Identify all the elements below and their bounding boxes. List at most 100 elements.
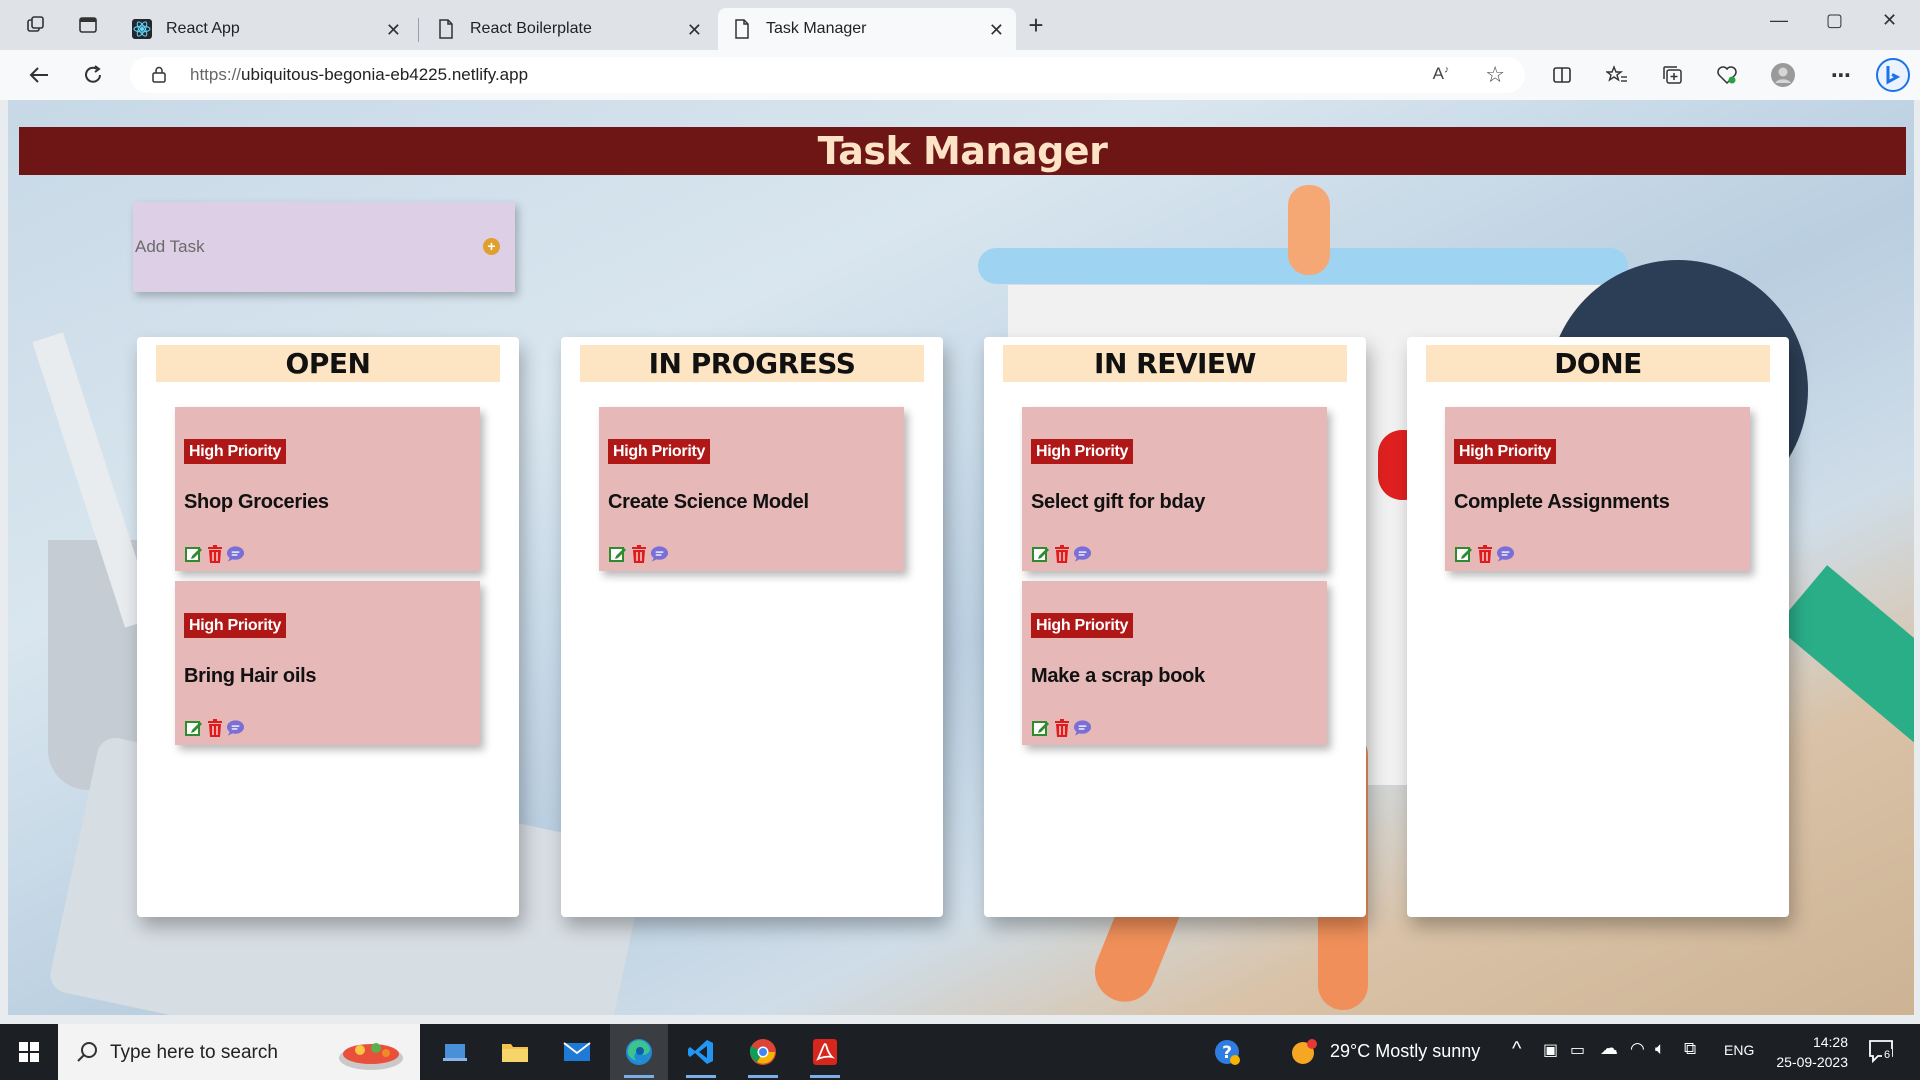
- browser-essentials-icon[interactable]: [1714, 62, 1740, 88]
- background-shape: [1775, 565, 1914, 755]
- edit-icon[interactable]: [184, 718, 203, 737]
- priority-badge: High Priority: [184, 613, 287, 638]
- close-tab-icon[interactable]: ✕: [989, 20, 1004, 41]
- delete-icon[interactable]: [1052, 544, 1071, 563]
- comment-icon[interactable]: [650, 544, 669, 563]
- tab-react-app[interactable]: React App ✕: [118, 8, 413, 50]
- column-title: IN REVIEW: [1003, 345, 1347, 382]
- bing-chat-icon[interactable]: [1876, 58, 1910, 92]
- browser-nav-bar: https://ubiquitous-begonia-eb4225.netlif…: [0, 50, 1920, 100]
- language-indicator[interactable]: ENG: [1724, 1042, 1754, 1058]
- close-tab-icon[interactable]: ✕: [386, 20, 401, 41]
- edit-icon[interactable]: [1454, 544, 1473, 563]
- collections-icon[interactable]: [1660, 62, 1686, 88]
- onedrive-icon[interactable]: ☁: [1600, 1038, 1618, 1059]
- favorite-star-icon[interactable]: ☆: [1485, 62, 1505, 88]
- column-title: OPEN: [156, 345, 500, 382]
- task-card[interactable]: High Priority Select gift for bday: [1022, 407, 1327, 571]
- refresh-icon[interactable]: [80, 62, 106, 88]
- back-icon[interactable]: [26, 62, 52, 88]
- task-card[interactable]: High Priority Shop Groceries: [175, 407, 480, 571]
- delete-icon[interactable]: [205, 544, 224, 563]
- chevron-up-icon[interactable]: ^: [1512, 1038, 1521, 1061]
- task-card[interactable]: High Priority Bring Hair oils: [175, 581, 480, 745]
- delete-icon[interactable]: [1475, 544, 1494, 563]
- column-title: IN PROGRESS: [580, 345, 924, 382]
- comment-icon[interactable]: [1496, 544, 1515, 563]
- profile-avatar-icon[interactable]: [1770, 62, 1796, 88]
- tab-task-manager[interactable]: Task Manager ✕: [718, 8, 1016, 50]
- comment-icon[interactable]: [226, 718, 245, 737]
- split-screen-icon[interactable]: [1549, 62, 1575, 88]
- task-actions: [1031, 718, 1092, 737]
- chrome-icon[interactable]: [734, 1024, 792, 1080]
- search-highlight-icon: [336, 1034, 406, 1077]
- task-title: Select gift for bday: [1031, 491, 1206, 513]
- windows-start-icon[interactable]: [0, 1024, 58, 1080]
- notification-count: 6: [1882, 1049, 1893, 1061]
- comment-icon[interactable]: [1073, 544, 1092, 563]
- battery-icon[interactable]: ▭: [1570, 1040, 1585, 1060]
- task-card[interactable]: High Priority Complete Assignments: [1445, 407, 1750, 571]
- search-placeholder: Type here to search: [110, 1042, 278, 1063]
- add-task-button[interactable]: +: [483, 238, 500, 255]
- meet-now-icon[interactable]: ▣: [1543, 1040, 1558, 1060]
- background-shape: [1288, 185, 1330, 275]
- comment-icon[interactable]: [1073, 718, 1092, 737]
- clock-time: 14:28: [1812, 1034, 1848, 1050]
- address-bar[interactable]: https://ubiquitous-begonia-eb4225.netlif…: [130, 57, 1525, 93]
- priority-badge: High Priority: [608, 439, 711, 464]
- tab-actions-icon[interactable]: [76, 13, 100, 37]
- maximize-icon[interactable]: ▢: [1826, 10, 1843, 31]
- close-tab-icon[interactable]: ✕: [687, 20, 702, 41]
- mail-icon[interactable]: [548, 1024, 606, 1080]
- add-task-input[interactable]: [135, 232, 455, 262]
- edit-icon[interactable]: [1031, 544, 1050, 563]
- wifi-icon[interactable]: ◠: [1630, 1039, 1645, 1059]
- notification-icon[interactable]: 6: [1868, 1039, 1894, 1068]
- acrobat-icon[interactable]: [796, 1024, 854, 1080]
- tab-title: React Boilerplate: [470, 20, 592, 37]
- react-icon: [132, 19, 152, 39]
- file-explorer-icon[interactable]: [486, 1024, 544, 1080]
- delete-icon[interactable]: [629, 544, 648, 563]
- comment-icon[interactable]: [226, 544, 245, 563]
- clock[interactable]: 14:28 25-09-2023: [1776, 1032, 1848, 1072]
- task-title: Complete Assignments: [1454, 491, 1670, 513]
- edit-icon[interactable]: [608, 544, 627, 563]
- delete-icon[interactable]: [1052, 718, 1071, 737]
- column-title: DONE: [1426, 345, 1770, 382]
- edit-icon[interactable]: [1031, 718, 1050, 737]
- new-tab-icon[interactable]: +: [1024, 10, 1048, 40]
- url-text[interactable]: https://ubiquitous-begonia-eb4225.netlif…: [190, 65, 528, 85]
- task-title: Create Science Model: [608, 491, 809, 513]
- weather-text[interactable]: 29°C Mostly sunny: [1330, 1041, 1480, 1062]
- weather-icon[interactable]: [1290, 1038, 1320, 1071]
- more-options-icon[interactable]: ⋯: [1828, 62, 1854, 88]
- column-open: OPEN High Priority Shop Groceries High P…: [137, 337, 519, 917]
- task-card[interactable]: High Priority Create Science Model: [599, 407, 904, 571]
- minimize-icon[interactable]: —: [1770, 10, 1788, 31]
- read-aloud-icon[interactable]: A♪: [1433, 64, 1449, 84]
- priority-badge: High Priority: [1031, 613, 1134, 638]
- workspaces-icon[interactable]: [24, 13, 48, 37]
- task-card[interactable]: High Priority Make a scrap book: [1022, 581, 1327, 745]
- page-title: Task Manager: [817, 129, 1108, 173]
- volume-icon[interactable]: 🔈︎: [1655, 1039, 1665, 1059]
- column-in-progress: IN PROGRESS High Priority Create Science…: [561, 337, 943, 917]
- edit-icon[interactable]: [184, 544, 203, 563]
- task-view-icon[interactable]: [426, 1024, 484, 1080]
- close-window-icon[interactable]: ✕: [1882, 10, 1897, 31]
- taskbar-search[interactable]: Type here to search: [58, 1024, 420, 1080]
- task-actions: [184, 718, 245, 737]
- lock-icon[interactable]: [152, 66, 166, 88]
- priority-badge: High Priority: [1031, 439, 1134, 464]
- favorites-icon[interactable]: [1604, 62, 1630, 88]
- edge-browser-icon[interactable]: [610, 1024, 668, 1080]
- delete-icon[interactable]: [205, 718, 224, 737]
- clock-date: 25-09-2023: [1776, 1054, 1848, 1070]
- display-icon[interactable]: ⧉: [1684, 1039, 1696, 1059]
- help-icon[interactable]: ?: [1198, 1024, 1256, 1080]
- tab-react-boilerplate[interactable]: React Boilerplate ✕: [422, 8, 714, 50]
- vscode-icon[interactable]: [672, 1024, 730, 1080]
